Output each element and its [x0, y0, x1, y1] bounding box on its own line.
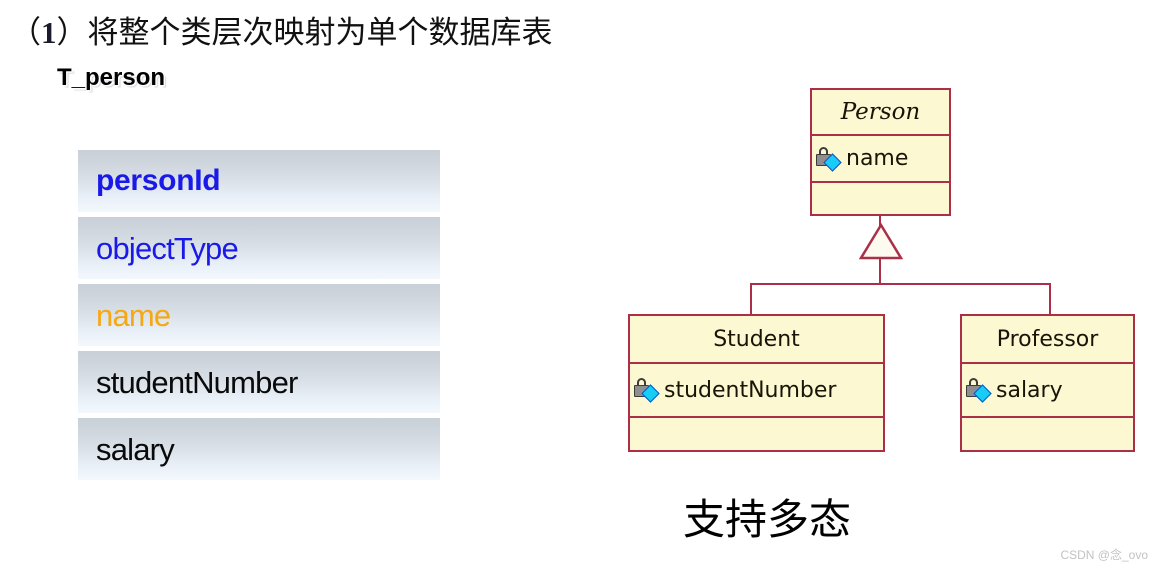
uml-operations-compartment-person: [812, 183, 949, 216]
generalization-branch-student: [750, 283, 752, 315]
t-person-table: personId objectType name studentNumber s…: [78, 150, 440, 480]
page-title-number: 1: [41, 15, 57, 50]
column-personid: personId: [96, 164, 221, 197]
table-row: studentNumber: [78, 351, 440, 413]
generalization-stem-upper: [879, 216, 881, 230]
uml-operations-compartment-student: [630, 418, 883, 450]
watermark: CSDN @念_ovo: [1060, 548, 1148, 562]
uml-attribute-studentnumber-label: studentNumber: [664, 377, 837, 403]
private-attribute-icon: [815, 146, 845, 172]
uml-compartment-divider: [812, 181, 949, 183]
uml-class-professor-title: Professor: [996, 326, 1099, 352]
uml-attribute-studentnumber: studentNumber: [630, 364, 883, 416]
column-objecttype: objectType: [96, 230, 239, 266]
page-title: （1）将整个类层次映射为单个数据库表: [10, 7, 553, 52]
table-name-label: T_person: [57, 64, 166, 91]
uml-class-professor: Professor salary: [960, 314, 1135, 452]
column-name: name: [96, 297, 171, 333]
uml-class-person-title: Person: [840, 99, 921, 125]
uml-operations-compartment-professor: [962, 418, 1133, 450]
diagram-caption: 支持多态: [683, 495, 852, 544]
uml-compartment-divider: [630, 362, 883, 364]
uml-class-student-title: Student: [713, 326, 800, 352]
uml-compartment-divider: [812, 134, 949, 136]
uml-class-person: Person name: [810, 88, 951, 216]
column-studentnumber: studentNumber: [96, 364, 298, 400]
private-attribute-icon: [965, 377, 995, 403]
table-row: salary: [78, 418, 440, 480]
page-title-prefix: （: [10, 15, 41, 51]
table-row: name: [78, 284, 440, 346]
slide-canvas: （1）将整个类层次映射为单个数据库表 T_person personId obj…: [0, 0, 1156, 569]
generalization-arrowhead-icon: [858, 222, 904, 260]
uml-compartment-divider: [962, 416, 1133, 418]
generalization-stem-lower: [879, 257, 881, 284]
generalization-branch-professor: [1049, 283, 1051, 315]
private-attribute-icon: [633, 377, 663, 403]
uml-class-student: Student studentNumber: [628, 314, 885, 452]
uml-attribute-name: name: [812, 136, 949, 181]
uml-attribute-name-label: name: [846, 146, 909, 171]
column-salary: salary: [96, 431, 175, 467]
page-title-text: ）将整个类层次映射为单个数据库表: [56, 15, 553, 51]
uml-attribute-salary: salary: [962, 364, 1133, 416]
uml-compartment-divider: [962, 362, 1133, 364]
generalization-bus: [750, 283, 1051, 285]
uml-attribute-salary-label: salary: [996, 377, 1063, 403]
uml-compartment-divider: [630, 416, 883, 418]
table-row: objectType: [78, 217, 440, 279]
table-row: personId: [78, 150, 440, 212]
